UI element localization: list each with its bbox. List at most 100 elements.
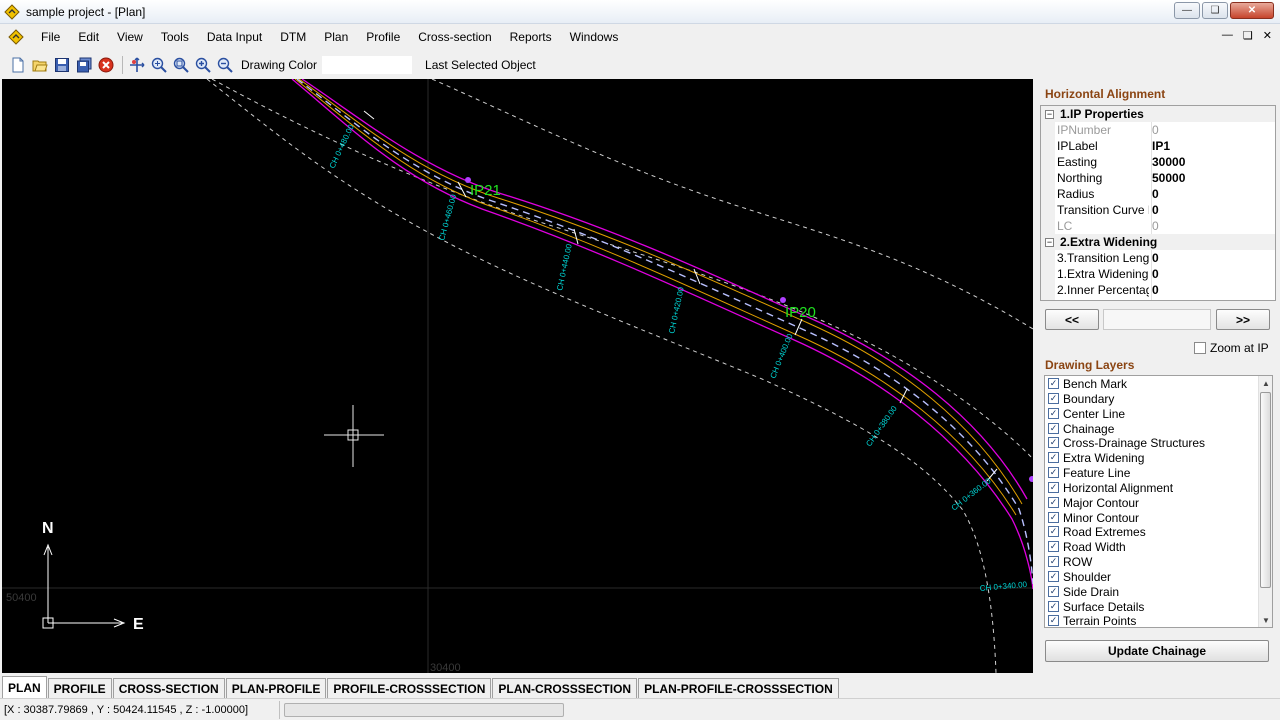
layer-item[interactable]: ✓ Horizontal Alignment	[1048, 480, 1173, 495]
next-ip-button[interactable]: >>	[1216, 309, 1270, 330]
layer-item[interactable]: ✓ Road Width	[1048, 539, 1126, 554]
layer-item[interactable]: ✓ Shoulder	[1048, 569, 1111, 584]
layers-scrollbar[interactable]: ▲ ▼	[1258, 376, 1272, 627]
scroll-up-icon[interactable]: ▲	[1259, 376, 1272, 390]
tab-plan[interactable]: PLAN	[2, 676, 47, 698]
layer-checkbox[interactable]: ✓	[1048, 512, 1059, 523]
update-chainage-button[interactable]: Update Chainage	[1045, 640, 1269, 662]
layer-checkbox[interactable]: ✓	[1048, 378, 1059, 389]
prop-row-northing[interactable]: Northing 50000	[1041, 170, 1275, 186]
tab-profile-crosssection[interactable]: PROFILE-CROSSSECTION	[327, 678, 492, 698]
zoom-window-icon[interactable]	[149, 56, 168, 75]
layer-checkbox[interactable]: ✓	[1048, 601, 1059, 612]
layer-checkbox[interactable]: ✓	[1048, 586, 1059, 597]
menu-plan[interactable]: Plan	[315, 25, 357, 49]
zoom-in-icon[interactable]	[193, 56, 212, 75]
category-extra-widening[interactable]: − 2.Extra Widening	[1041, 234, 1275, 250]
app-menu-icon[interactable]	[8, 29, 24, 45]
layer-checkbox[interactable]: ✓	[1048, 393, 1059, 404]
layer-item[interactable]: ✓ Extra Widening	[1048, 450, 1144, 465]
layer-item[interactable]: ✓ Minor Contour	[1048, 510, 1139, 525]
prop-row-extra-widening[interactable]: 1.Extra Widening(m) 0	[1041, 266, 1275, 282]
road-inner-left	[298, 79, 1023, 505]
maximize-button[interactable]: ❑	[1202, 2, 1228, 19]
layer-checkbox[interactable]: ✓	[1048, 467, 1059, 478]
mdi-minimize-button[interactable]: —	[1222, 29, 1233, 42]
close-button[interactable]: ✕	[1230, 2, 1274, 19]
mdi-restore-button[interactable]: ❑	[1243, 29, 1253, 42]
menu-file[interactable]: File	[32, 25, 69, 49]
menu-data-input[interactable]: Data Input	[198, 25, 271, 49]
new-icon[interactable]	[8, 56, 27, 75]
menu-tools[interactable]: Tools	[152, 25, 198, 49]
tab-profile[interactable]: PROFILE	[47, 678, 112, 698]
prop-row-easting[interactable]: Easting 30000	[1041, 154, 1275, 170]
save-icon[interactable]	[52, 56, 71, 75]
tab-plan-crosssection[interactable]: PLAN-CROSSSECTION	[492, 678, 638, 698]
layer-checkbox[interactable]: ✓	[1048, 556, 1059, 567]
layer-item[interactable]: ✓ Chainage	[1048, 421, 1114, 436]
zoom-out-icon[interactable]	[215, 56, 234, 75]
prop-row-ipnumber[interactable]: IPNumber 0	[1041, 122, 1275, 138]
zoom-at-ip-option[interactable]: Zoom at IP	[1194, 341, 1269, 355]
scroll-down-icon[interactable]: ▼	[1259, 613, 1272, 627]
layer-checkbox[interactable]: ✓	[1048, 423, 1059, 434]
prop-row-transition-curve-length[interactable]: Transition Curve Ler 0	[1041, 202, 1275, 218]
drawing-layers-list: ✓ Bench Mark ✓ Boundary ✓ Center Line ✓ Chai…	[1044, 375, 1273, 628]
layer-item[interactable]: ✓ Major Contour	[1048, 495, 1139, 510]
plan-canvas[interactable]: 50400 30400 CH 0+480.00 CH 0+460.00 CH 0…	[2, 79, 1033, 673]
layer-item[interactable]: ✓ Terrain Points	[1048, 613, 1136, 627]
layer-item[interactable]: ✓ Surface Details	[1048, 599, 1144, 614]
menu-edit[interactable]: Edit	[69, 25, 108, 49]
zoom-extents-icon[interactable]	[171, 56, 190, 75]
layer-checkbox[interactable]: ✓	[1048, 497, 1059, 508]
menu-windows[interactable]: Windows	[561, 25, 628, 49]
layer-item[interactable]: ✓ Side Drain	[1048, 584, 1119, 599]
layer-item[interactable]: ✓ Feature Line	[1048, 465, 1130, 480]
layer-item[interactable]: ✓ ROW	[1048, 554, 1092, 569]
tab-plan-profile-crosssection[interactable]: PLAN-PROFILE-CROSSSECTION	[638, 678, 839, 698]
layer-checkbox[interactable]: ✓	[1048, 482, 1059, 493]
menu-view[interactable]: View	[108, 25, 152, 49]
open-icon[interactable]	[30, 56, 49, 75]
zoom-at-ip-checkbox[interactable]	[1194, 342, 1206, 354]
layer-item[interactable]: ✓ Bench Mark	[1048, 376, 1127, 391]
layer-checkbox[interactable]: ✓	[1048, 437, 1059, 448]
prop-row-transition-length[interactable]: 3.Transition Length 0	[1041, 250, 1275, 266]
chainage-label: CH 0+380.00	[864, 404, 899, 448]
prop-row-inner-percentage[interactable]: 2.Inner Percentage 0	[1041, 282, 1275, 298]
delete-icon[interactable]	[96, 56, 115, 75]
prop-row-radius[interactable]: Radius 0	[1041, 186, 1275, 202]
prop-row-iplabel[interactable]: IPLabel IP1	[1041, 138, 1275, 154]
layer-checkbox[interactable]: ✓	[1048, 526, 1059, 537]
save-all-icon[interactable]	[74, 56, 93, 75]
layer-item[interactable]: ✓ Road Extremes	[1048, 524, 1146, 539]
pan-icon[interactable]	[127, 56, 146, 75]
collapse-icon[interactable]: −	[1045, 109, 1054, 119]
tab-plan-profile[interactable]: PLAN-PROFILE	[225, 678, 327, 698]
layer-checkbox[interactable]: ✓	[1048, 452, 1059, 463]
drawing-color-label: Drawing Color	[241, 58, 318, 72]
layer-item[interactable]: ✓ Boundary	[1048, 391, 1114, 406]
layer-checkbox[interactable]: ✓	[1048, 615, 1059, 626]
menu-reports[interactable]: Reports	[501, 25, 561, 49]
collapse-icon[interactable]: −	[1045, 237, 1054, 247]
drawing-color-field[interactable]	[321, 55, 414, 75]
previous-ip-button[interactable]: <<	[1045, 309, 1099, 330]
minimize-button[interactable]: —	[1174, 2, 1200, 19]
layer-item[interactable]: ✓ Cross-Drainage Structures	[1048, 435, 1205, 450]
menu-dtm[interactable]: DTM	[271, 25, 315, 49]
mdi-close-button[interactable]: ✕	[1263, 29, 1272, 42]
chainage-tick	[794, 318, 803, 336]
layer-item[interactable]: ✓ Center Line	[1048, 406, 1125, 421]
layer-checkbox[interactable]: ✓	[1048, 408, 1059, 419]
ip-navigation-field[interactable]	[1103, 309, 1211, 330]
prop-row-lc[interactable]: LC 0	[1041, 218, 1275, 234]
menu-profile[interactable]: Profile	[357, 25, 409, 49]
tab-cross-section[interactable]: CROSS-SECTION	[112, 678, 225, 698]
category-ip-properties[interactable]: − 1.IP Properties	[1041, 106, 1275, 122]
scroll-thumb[interactable]	[1260, 392, 1271, 588]
menu-cross-section[interactable]: Cross-section	[409, 25, 500, 49]
layer-checkbox[interactable]: ✓	[1048, 541, 1059, 552]
layer-checkbox[interactable]: ✓	[1048, 571, 1059, 582]
